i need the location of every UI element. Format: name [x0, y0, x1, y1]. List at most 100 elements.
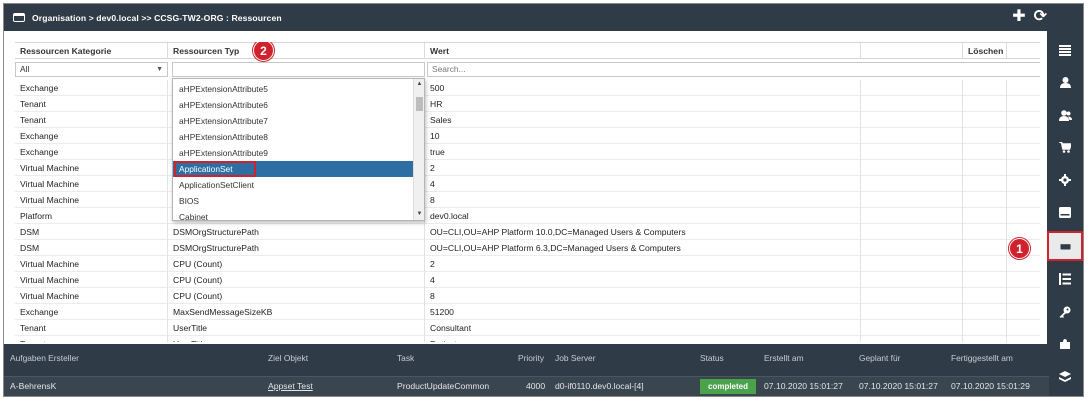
table-row[interactable]: Exchange true	[15, 144, 1040, 160]
cell-kategorie: Tenant	[15, 96, 168, 112]
table-row[interactable]: Exchange MaxSendMessageSizeKB 51200	[15, 304, 1040, 320]
right-sidebar	[1047, 31, 1083, 396]
job-header-target[interactable]: Ziel Objekt	[268, 353, 308, 363]
job-header-task[interactable]: Task	[397, 353, 414, 363]
table-row[interactable]: Tenant Sales	[15, 112, 1040, 128]
job-header-status[interactable]: Status	[700, 353, 724, 363]
cell-wert: 8	[425, 192, 861, 208]
job-task: ProductUpdateCommon	[397, 381, 490, 391]
job-header-finished[interactable]: Fertiggestellt am	[951, 353, 1013, 363]
table-row[interactable]: DSM DSMOrgStructurePath OU=CLI,OU=AHP Plat…	[15, 240, 1040, 256]
cell-empty	[861, 288, 963, 304]
dropdown-option[interactable]: aHPExtensionAttribute6	[173, 97, 413, 113]
dropdown-option-label: aHPExtensionAttribute9	[179, 148, 268, 158]
task-list-icon	[1059, 273, 1071, 285]
cell-empty	[963, 240, 1007, 256]
refresh-icon[interactable]: ⟳	[1034, 8, 1047, 26]
cell-kategorie: Virtual Machine	[15, 288, 168, 304]
cell-empty	[861, 160, 963, 176]
cell-typ: CPU (Count)	[168, 288, 425, 304]
cell-wert: Project manager	[425, 336, 861, 342]
table-row[interactable]: TenantUserTitleProject manager	[15, 336, 1040, 342]
table-row[interactable]: DSM DSMOrgStructurePath OU=CLI,OU=AHP Plat…	[15, 224, 1040, 240]
scroll-up-icon[interactable]: ▲	[414, 79, 424, 89]
cell-typ: CPU (Count)	[168, 272, 425, 288]
cell-empty	[963, 192, 1007, 208]
cell-empty	[963, 304, 1007, 320]
window-icon	[13, 13, 25, 22]
dropdown-option[interactable]: aHPExtensionAttribute8	[173, 129, 413, 145]
header-typ[interactable]: Ressourcen Typ	[168, 43, 425, 59]
header-kategorie[interactable]: Ressourcen Kategorie	[15, 43, 168, 59]
sidebar-item-stack[interactable]	[1047, 362, 1083, 392]
wert-search-input[interactable]: Search...	[427, 62, 1040, 77]
sidebar-item-server[interactable]	[1047, 197, 1083, 227]
plus-icon[interactable]: ✚	[1012, 8, 1025, 26]
job-header-server[interactable]: Job Server	[555, 353, 596, 363]
header-loeschen[interactable]: Löschen	[963, 43, 1007, 59]
table-row[interactable]: Virtual Machine 4	[15, 176, 1040, 192]
cell-wert: 10	[425, 128, 861, 144]
job-header-creator[interactable]: Aufgaben Ersteller	[10, 353, 79, 363]
sidebar-item-gear[interactable]	[1047, 165, 1083, 195]
cell-empty	[861, 192, 963, 208]
table-row[interactable]: Tenant HR	[15, 96, 1040, 112]
cell-wert: OU=CLI,OU=AHP Platform 6.3,DC=Managed Us…	[425, 240, 861, 256]
cart-icon	[1059, 141, 1071, 153]
cell-empty	[963, 176, 1007, 192]
cell-empty	[861, 320, 963, 336]
scroll-thumb[interactable]	[416, 97, 423, 111]
cell-kategorie: Exchange	[15, 304, 168, 320]
table-row[interactable]: Virtual Machine CPU (Count) 4	[15, 272, 1040, 288]
job-row[interactable]: A-BehrensK Appset Test ProductUpdateComm…	[4, 376, 1049, 396]
table-row[interactable]: Exchange 500	[15, 80, 1040, 96]
cell-empty	[861, 224, 963, 240]
dropdown-option-label: aHPExtensionAttribute8	[179, 132, 268, 142]
kategorie-filter-select[interactable]: All ▼	[15, 62, 168, 77]
header-wert[interactable]: Wert	[425, 43, 861, 59]
table-row[interactable]: Platform dev0.local	[15, 208, 1040, 224]
cell-kategorie: Exchange	[15, 80, 168, 96]
cell-wert: 8	[425, 288, 861, 304]
table-row[interactable]: Virtual Machine CPU (Count) 2	[15, 256, 1040, 272]
cell-empty	[963, 336, 1007, 342]
dropdown-option[interactable]: aHPExtensionAttribute7	[173, 113, 413, 129]
cell-empty	[963, 224, 1007, 240]
sidebar-item-list[interactable]	[1047, 35, 1083, 65]
scroll-down-icon[interactable]: ▼	[414, 209, 424, 219]
typ-dropdown-list[interactable]: aHPExtensionAttribute5 aHPExtensionAttrib…	[172, 78, 425, 221]
sidebar-item-puzzle[interactable]	[1047, 329, 1083, 359]
cell-empty	[861, 176, 963, 192]
cell-empty	[861, 128, 963, 144]
table-row[interactable]: Virtual Machine 2	[15, 160, 1040, 176]
cell-kategorie: Virtual Machine	[15, 176, 168, 192]
stack-icon	[1059, 371, 1071, 383]
cell-typ: UserTitle	[168, 336, 425, 342]
table-row[interactable]: Exchange 10	[15, 128, 1040, 144]
dropdown-option[interactable]: ApplicationSetClient	[173, 177, 413, 193]
sidebar-item-window[interactable]	[1047, 231, 1083, 261]
sidebar-item-task-list[interactable]	[1047, 264, 1083, 294]
job-header-created[interactable]: Erstellt am	[764, 353, 804, 363]
gear-icon	[1059, 174, 1071, 186]
sidebar-item-key[interactable]	[1047, 297, 1083, 327]
table-row[interactable]: Tenant UserTitle Consultant	[15, 320, 1040, 336]
job-target-link[interactable]: Appset Test	[268, 381, 313, 391]
table-row[interactable]: Virtual Machine 8	[15, 192, 1040, 208]
job-header-planned[interactable]: Geplant für	[859, 353, 900, 363]
sidebar-item-user[interactable]	[1047, 67, 1083, 97]
dropdown-option[interactable]: BIOS	[173, 193, 413, 209]
sidebar-item-users[interactable]	[1047, 100, 1083, 130]
cell-empty	[861, 112, 963, 128]
table-row[interactable]: Virtual Machine CPU (Count) 8	[15, 288, 1040, 304]
job-finished: 07.10.2020 15:01:29	[951, 381, 1030, 391]
dropdown-option[interactable]: aHPExtensionAttribute9	[173, 145, 413, 161]
dropdown-option[interactable]: ApplicationSet	[173, 161, 413, 177]
dropdown-scrollbar[interactable]: ▲ ▼	[413, 79, 424, 220]
dropdown-option[interactable]: aHPExtensionAttribute5	[173, 81, 413, 97]
job-header-priority[interactable]: Priority	[518, 353, 544, 363]
dropdown-option[interactable]: Cabinet	[173, 209, 413, 220]
sidebar-item-cart[interactable]	[1047, 132, 1083, 162]
typ-filter-input[interactable]	[172, 62, 425, 77]
cell-empty	[861, 96, 963, 112]
